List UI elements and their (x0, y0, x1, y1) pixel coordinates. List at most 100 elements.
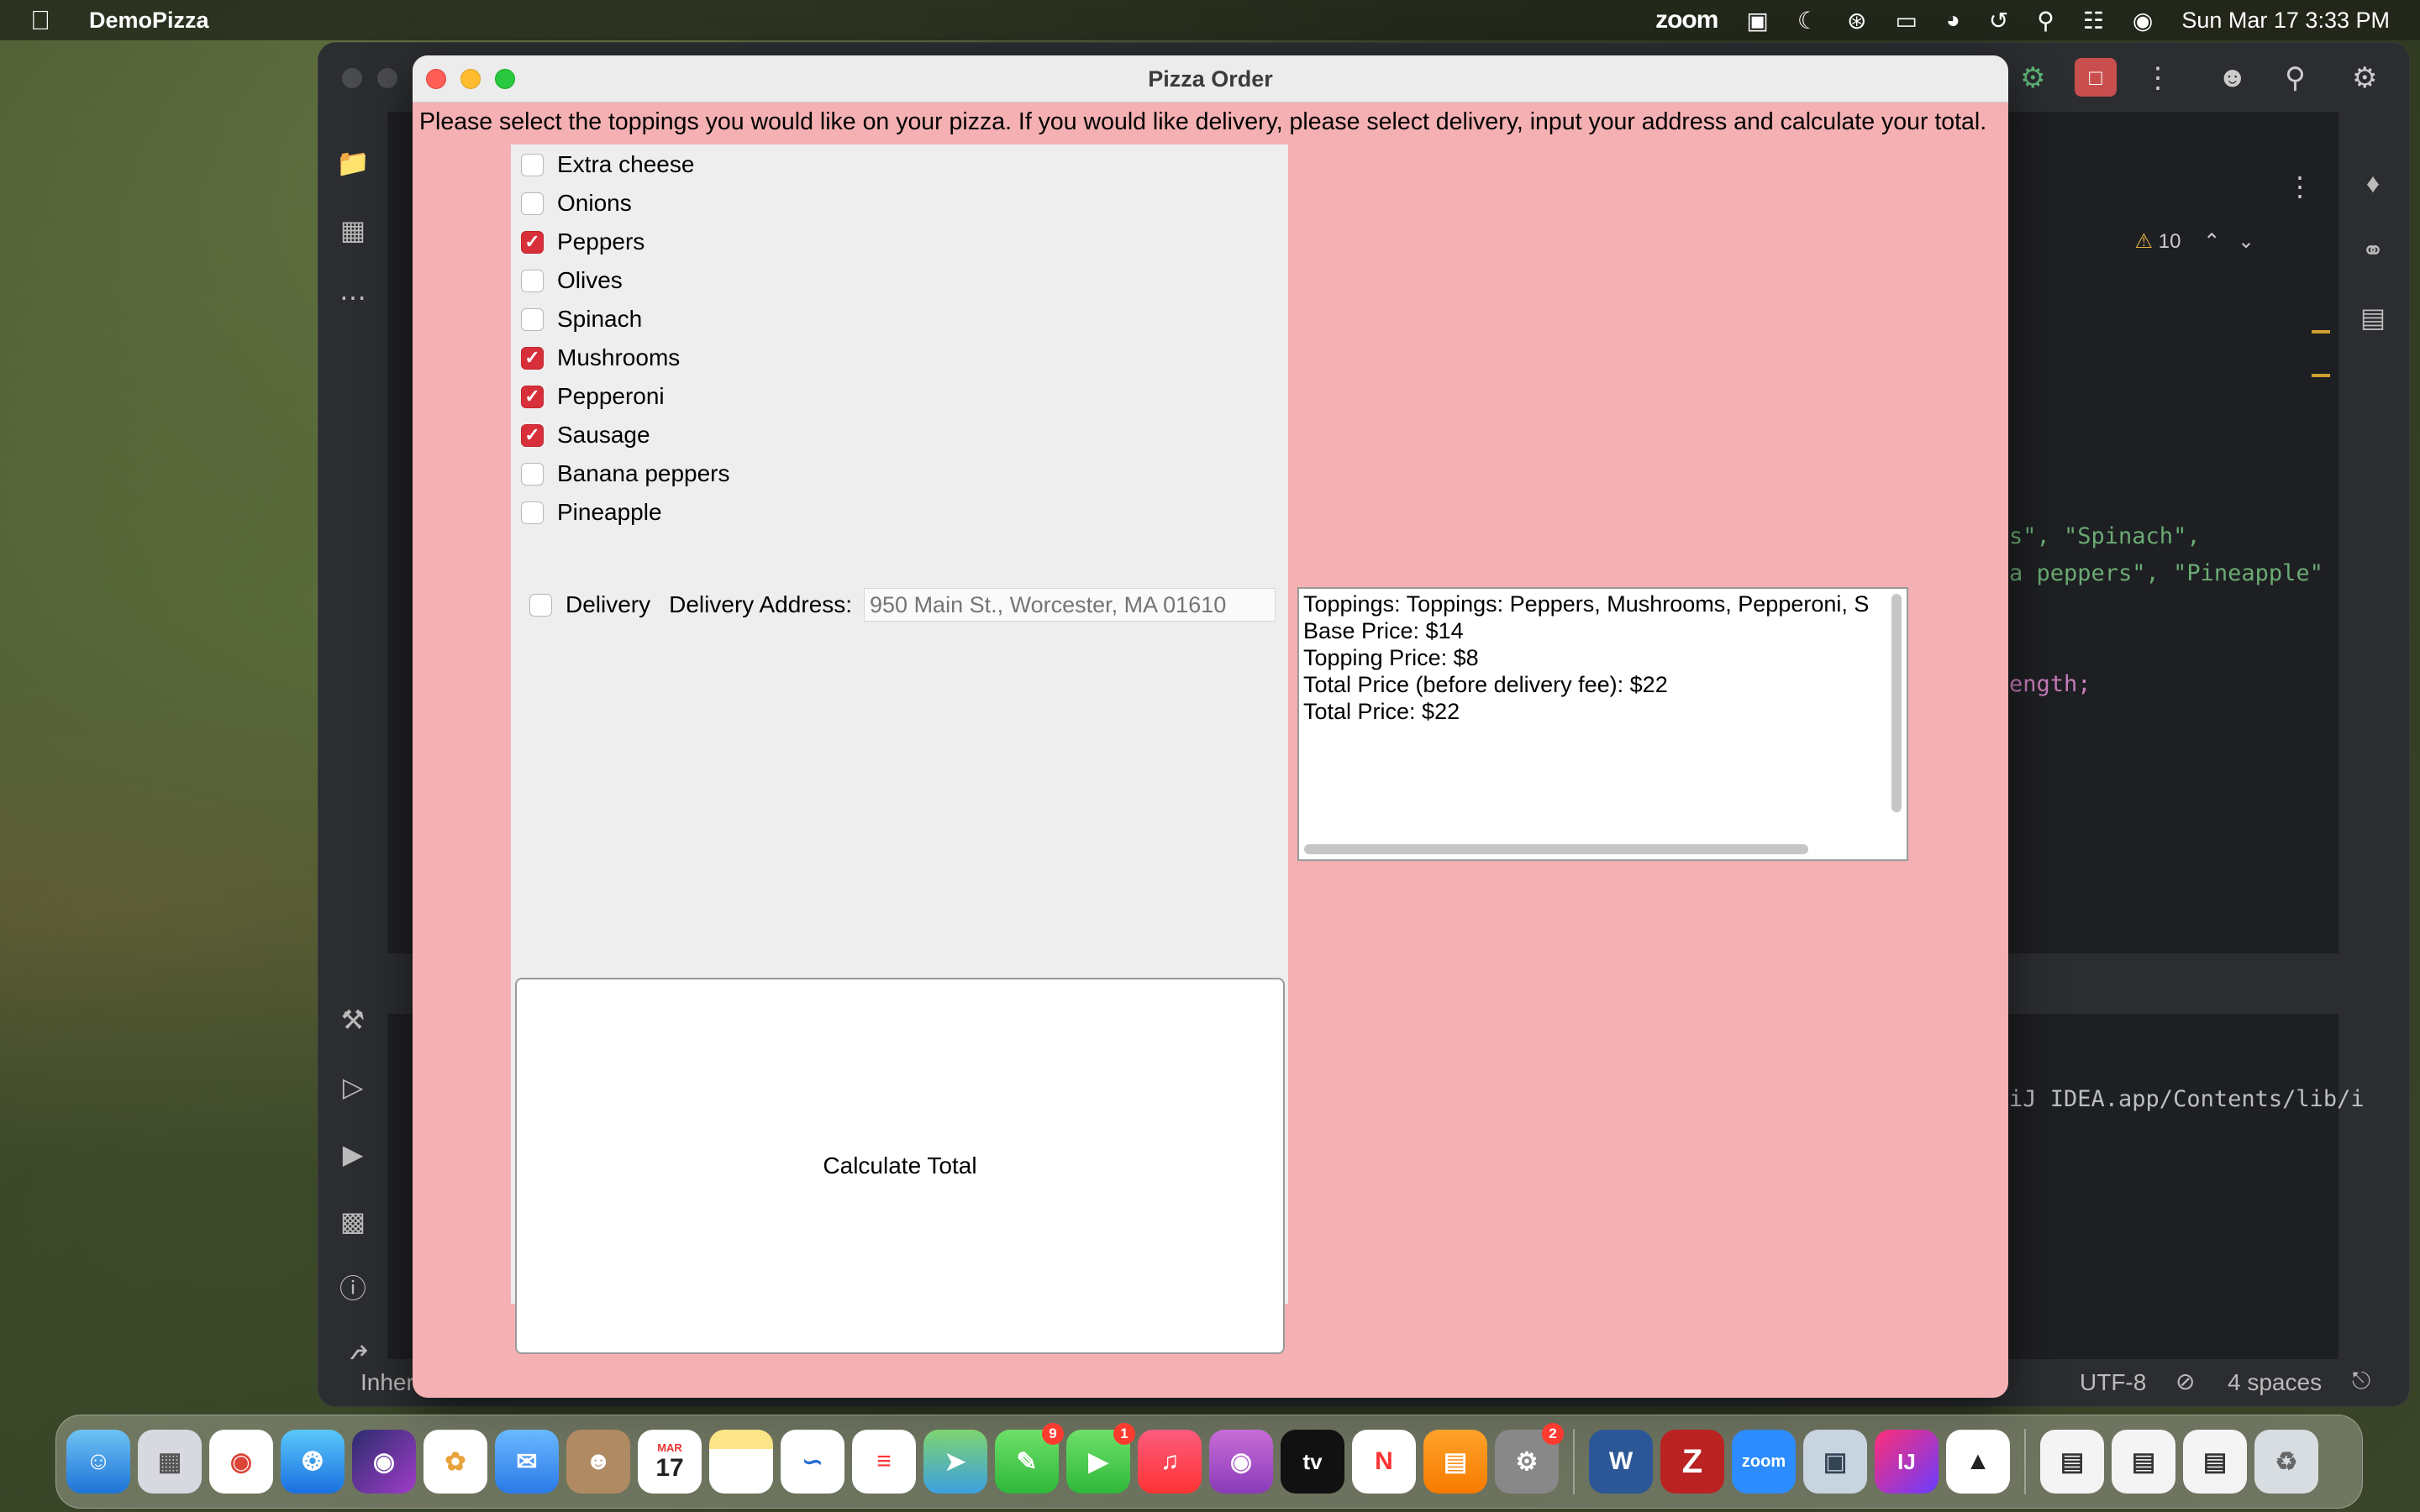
recent-window-thumbnail[interactable]: ▤ (2183, 1430, 2247, 1494)
control-center-icon[interactable]: ☷ (2083, 7, 2104, 34)
photos-icon[interactable]: ✿ (424, 1430, 487, 1494)
delivery-checkbox[interactable] (529, 593, 552, 617)
wifi-icon[interactable]: ◕ (1946, 7, 1960, 34)
stop-icon[interactable]: □ (2075, 58, 2117, 97)
launchpad-icon[interactable]: ▦ (138, 1430, 202, 1494)
freeform-icon[interactable]: ∽ (781, 1430, 844, 1494)
ai-assistant-icon[interactable]: ⚭ (2355, 233, 2391, 268)
safari-icon[interactable]: ❂ (281, 1430, 345, 1494)
mail-icon[interactable]: ✉ (495, 1430, 559, 1494)
s-app-status-icon[interactable]: ▣ (1746, 7, 1768, 34)
checkbox-icon[interactable] (521, 153, 544, 176)
ide-minimize-button[interactable] (377, 68, 397, 88)
debug-icon[interactable]: ⚙ (2020, 61, 2045, 95)
finder-icon[interactable]: ☺ (66, 1430, 130, 1494)
maps-icon[interactable]: ➤ (923, 1430, 987, 1494)
encoding-indicator[interactable]: UTF-8 (2080, 1369, 2146, 1396)
checkbox-icon[interactable] (521, 462, 544, 486)
podcasts-icon[interactable]: ◉ (1209, 1430, 1273, 1494)
system-settings-icon[interactable]: ⚙ 2 (1495, 1423, 1564, 1494)
spotlight-search-icon[interactable]: ⚲ (2037, 7, 2054, 34)
checkmark-icon[interactable]: ✓ (521, 230, 544, 254)
apple-tv-icon[interactable]: tv (1281, 1430, 1344, 1494)
notes-icon[interactable] (709, 1430, 773, 1494)
topping-checkbox-banana-peppers[interactable]: Banana peppers (521, 457, 730, 491)
preview-icon[interactable]: ▣ (1803, 1430, 1867, 1494)
checkbox-icon[interactable] (521, 269, 544, 292)
minimize-button[interactable] (460, 69, 481, 89)
build-hammer-icon[interactable]: ⚒ (335, 1002, 371, 1037)
topping-checkbox-sausage[interactable]: ✓ Sausage (521, 418, 650, 452)
recent-window-thumbnail[interactable]: ▤ (2112, 1430, 2175, 1494)
time-machine-icon[interactable]: ↺ (1989, 7, 2008, 34)
checkbox-icon[interactable] (521, 501, 544, 524)
intellij-icon[interactable]: IJ (1875, 1430, 1939, 1494)
more-horizontal-icon[interactable]: ⋯ (335, 280, 371, 315)
more-vertical-editor-icon[interactable]: ⋮ (2286, 171, 2313, 202)
zoom-icon[interactable]: zoom (1732, 1430, 1796, 1494)
word-icon[interactable]: W (1589, 1430, 1653, 1494)
checkbox-icon[interactable] (521, 192, 544, 215)
topping-checkbox-spinach[interactable]: Spinach (521, 302, 642, 336)
run-icon[interactable]: ▶ (335, 1137, 371, 1172)
checkmark-icon[interactable]: ✓ (521, 346, 544, 370)
checkbox-icon[interactable] (521, 307, 544, 331)
order-summary-textarea[interactable]: Toppings: Toppings: Peppers, Mushrooms, … (1297, 587, 1908, 861)
topping-checkbox-olives[interactable]: Olives (521, 264, 623, 297)
project-folder-icon[interactable]: 📁 (335, 145, 371, 181)
trash-icon[interactable]: ♻ (2254, 1430, 2318, 1494)
music-icon[interactable]: ♫ (1138, 1430, 1202, 1494)
horizontal-scrollbar[interactable] (1304, 844, 1808, 854)
zoom-button[interactable] (495, 69, 515, 89)
lock-icon[interactable]: ⎋ (2352, 1368, 2370, 1395)
problems-icon[interactable]: ⓘ (335, 1271, 371, 1306)
facetime-icon[interactable]: ▶ 1 (1066, 1423, 1135, 1494)
active-app-name[interactable]: DemoPizza (89, 8, 209, 34)
terminal-icon[interactable]: ▩ (335, 1204, 371, 1239)
reminders-icon[interactable]: ≡ (852, 1430, 916, 1494)
add-user-icon[interactable]: ☻ (2217, 61, 2248, 94)
topping-checkbox-mushrooms[interactable]: ✓ Mushrooms (521, 341, 680, 375)
services-icon[interactable]: ▷ (335, 1069, 371, 1105)
indent-indicator[interactable]: 4 spaces (2228, 1369, 2322, 1396)
topping-checkbox-pineapple[interactable]: Pineapple (521, 496, 662, 529)
ide-close-button[interactable] (342, 68, 362, 88)
recent-window-thumbnail[interactable]: ▤ (2040, 1430, 2104, 1494)
chevron-down-icon[interactable]: ⌄ (2238, 230, 2254, 253)
vertical-scrollbar[interactable] (1891, 594, 1902, 812)
checkmark-icon[interactable]: ✓ (521, 385, 544, 408)
moon-icon[interactable]: ☾ (1797, 7, 1818, 34)
contacts-icon[interactable]: ☻ (566, 1430, 630, 1494)
notifications-bell-icon[interactable]: ♦ (2355, 165, 2391, 201)
zoom-status-icon[interactable]: zoom (1655, 6, 1718, 34)
close-button[interactable] (426, 69, 446, 89)
chrome-icon[interactable]: ◉ (209, 1430, 273, 1494)
siri-icon[interactable]: ◉ (2133, 7, 2153, 34)
structure-icon[interactable]: ▦ (335, 213, 371, 248)
battery-icon[interactable]: ▭ (1895, 7, 1917, 34)
filezilla-icon[interactable]: Z (1660, 1430, 1724, 1494)
books-icon[interactable]: ▤ (1423, 1430, 1487, 1494)
search-icon[interactable]: ⚲ (2285, 61, 2306, 95)
siri-icon[interactable]: ◉ (352, 1430, 416, 1494)
status-left-label[interactable]: Inher (360, 1369, 414, 1396)
java-app-icon[interactable]: ▲ (1946, 1430, 2010, 1494)
warning-indicator[interactable]: ⚠ 10 ⌃ ⌄ (2135, 229, 2254, 254)
calendar-icon[interactable]: MAR 17 (638, 1430, 702, 1494)
settings-gear-icon[interactable]: ⚙ (2352, 61, 2377, 95)
news-icon[interactable]: N (1352, 1430, 1416, 1494)
chevron-up-icon[interactable]: ⌃ (2203, 230, 2220, 253)
calculate-total-button[interactable]: Calculate Total (515, 978, 1285, 1354)
messages-icon[interactable]: ✎ 9 (995, 1423, 1064, 1494)
checkmark-icon[interactable]: ✓ (521, 423, 544, 447)
database-icon[interactable]: ▤ (2355, 300, 2391, 335)
bluetooth-icon[interactable]: ⊛ (1847, 7, 1866, 34)
delivery-address-input[interactable] (864, 588, 1276, 622)
topping-checkbox-extra-cheese[interactable]: Extra cheese (521, 148, 694, 181)
topping-checkbox-pepperoni[interactable]: ✓ Pepperoni (521, 380, 665, 413)
hide-highlighting-icon[interactable]: ⊘ (2175, 1368, 2195, 1395)
topping-checkbox-peppers[interactable]: ✓ Peppers (521, 225, 644, 259)
delivery-label[interactable]: Delivery (566, 591, 650, 618)
apple-menu-icon[interactable]:  (30, 5, 50, 36)
more-vertical-icon[interactable]: ⋮ (2144, 61, 2172, 95)
